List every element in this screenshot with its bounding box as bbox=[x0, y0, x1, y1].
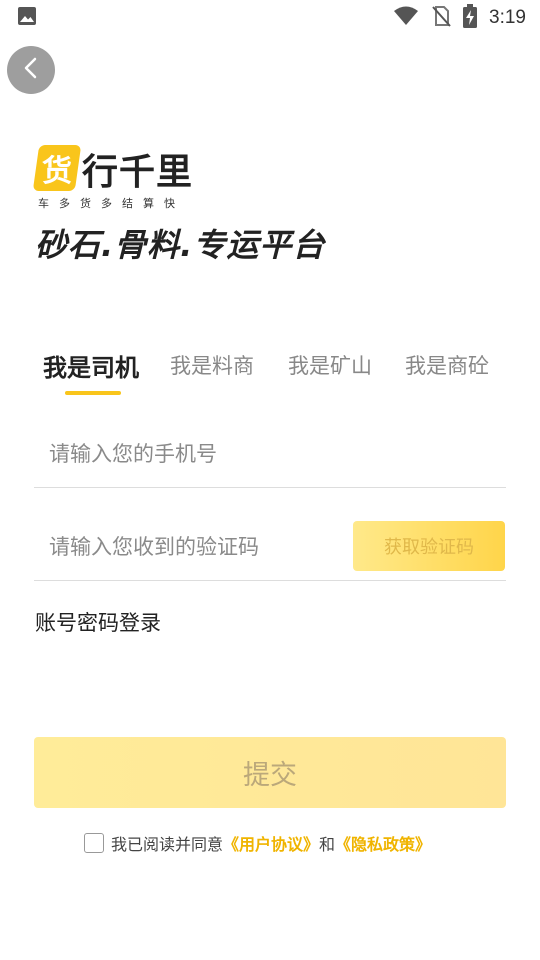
tab-driver[interactable]: 我是司机 bbox=[43, 348, 139, 383]
tab-concrete[interactable]: 我是商砼 bbox=[405, 350, 489, 380]
phone-field-container bbox=[34, 420, 506, 488]
logo-badge: 货 bbox=[32, 145, 82, 191]
wifi-icon bbox=[393, 5, 419, 31]
back-button[interactable] bbox=[7, 46, 55, 94]
agreement-checkbox[interactable] bbox=[84, 833, 104, 853]
agreement-conjunction: 和 bbox=[319, 835, 336, 854]
status-time: 3:19 bbox=[489, 7, 526, 28]
battery-charging-icon bbox=[463, 4, 478, 32]
chevron-left-icon bbox=[21, 56, 41, 84]
user-agreement-link[interactable]: 《用户协议》 bbox=[223, 831, 319, 855]
slogan: 砂石.骨料.专运平台 bbox=[35, 226, 326, 264]
active-tab-indicator bbox=[65, 391, 121, 395]
privacy-policy-link[interactable]: 《隐私政策》 bbox=[335, 831, 431, 855]
verification-code-input[interactable] bbox=[34, 514, 334, 580]
tab-material-dealer[interactable]: 我是料商 bbox=[170, 350, 254, 380]
agreement-row: 我已阅读并同意 《用户协议》 和 《隐私政策》 bbox=[84, 832, 431, 854]
logo-name: 行千里 bbox=[82, 152, 194, 193]
tab-mine[interactable]: 我是矿山 bbox=[288, 350, 372, 380]
phone-input[interactable] bbox=[34, 420, 506, 487]
get-code-button[interactable]: 获取验证码 bbox=[353, 521, 505, 571]
logo-tagline: 车多货多结算快 bbox=[38, 197, 185, 210]
status-bar: 3:19 bbox=[0, 0, 540, 36]
no-sim-icon bbox=[431, 5, 451, 31]
code-field-container: 获取验证码 bbox=[34, 514, 506, 581]
submit-button[interactable]: 提交 bbox=[34, 737, 506, 808]
image-notification-icon bbox=[16, 5, 38, 31]
app-logo: 货 行千里 车多货多结算快 bbox=[32, 143, 206, 210]
password-login-link[interactable]: 账号密码登录 bbox=[35, 607, 161, 637]
agreement-prefix: 我已阅读并同意 bbox=[111, 835, 224, 854]
